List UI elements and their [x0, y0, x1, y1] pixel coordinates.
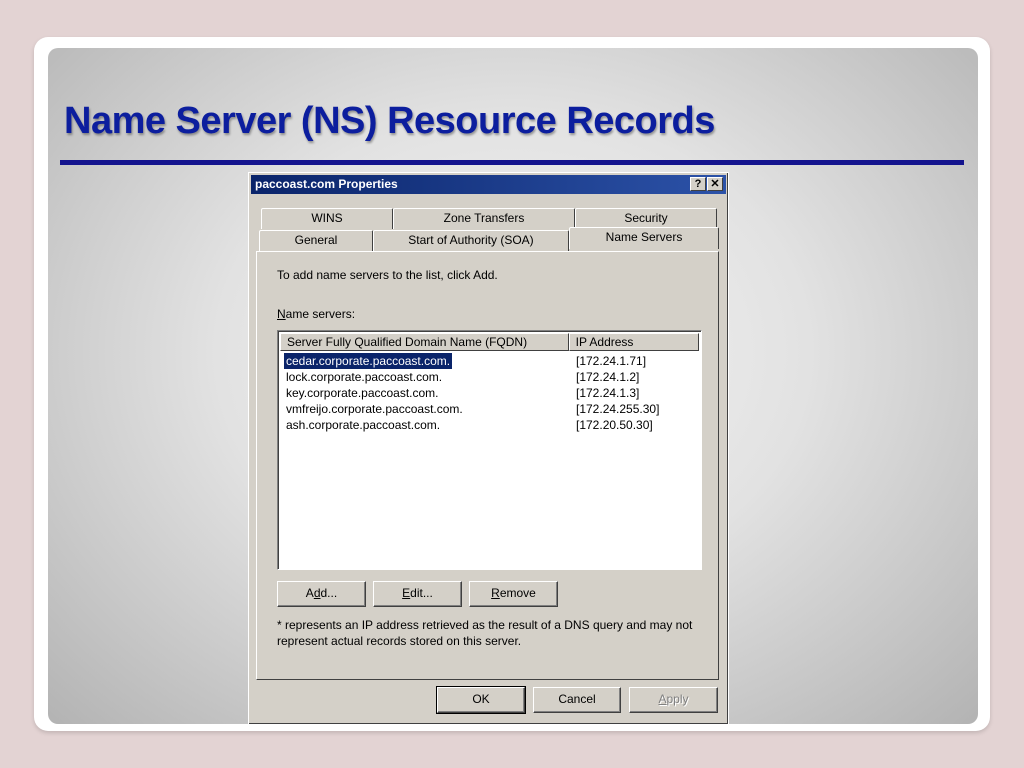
- column-fqdn[interactable]: Server Fully Qualified Domain Name (FQDN…: [280, 333, 569, 351]
- row-ip: [172.24.1.71]: [576, 354, 647, 368]
- dialog-title: paccoast.com Properties: [255, 177, 398, 191]
- footnote-text: * represents an IP address retrieved as …: [277, 618, 693, 648]
- table-row[interactable]: ash.corporate.paccoast.com. [172.20.50.3…: [284, 417, 696, 433]
- ok-button[interactable]: OK: [436, 686, 526, 714]
- row-fqdn: ash.corporate.paccoast.com.: [286, 418, 441, 432]
- table-row[interactable]: lock.corporate.paccoast.com. [172.24.1.2…: [284, 369, 696, 385]
- tab-soa[interactable]: Start of Authority (SOA): [373, 230, 569, 251]
- tab-wins[interactable]: WINS: [261, 208, 393, 229]
- remove-button[interactable]: Remove: [469, 581, 558, 607]
- row-ip: [172.20.50.30]: [576, 418, 653, 432]
- tab-zone-transfers[interactable]: Zone Transfers: [393, 208, 575, 229]
- instruction-text: To add name servers to the list, click A…: [277, 268, 498, 282]
- add-button[interactable]: Add...: [277, 581, 366, 607]
- close-button[interactable]: ✕: [707, 177, 723, 191]
- slide-title: Name Server (NS) Resource Records: [64, 100, 715, 142]
- name-servers-list[interactable]: Server Fully Qualified Domain Name (FQDN…: [277, 330, 702, 570]
- row-ip: [172.24.1.2]: [576, 370, 640, 384]
- edit-button[interactable]: Edit...: [373, 581, 462, 607]
- table-row[interactable]: cedar.corporate.paccoast.com. [172.24.1.…: [282, 352, 696, 370]
- row-fqdn: cedar.corporate.paccoast.com.: [282, 352, 454, 370]
- properties-dialog: paccoast.com Properties ? ✕ WINS Zone Tr…: [248, 172, 729, 725]
- title-divider: [60, 160, 964, 165]
- name-servers-panel: To add name servers to the list, click A…: [256, 251, 719, 680]
- table-row[interactable]: key.corporate.paccoast.com. [172.24.1.3]: [284, 385, 696, 401]
- help-button[interactable]: ?: [690, 177, 706, 191]
- row-ip: [172.24.255.30]: [576, 402, 660, 416]
- row-fqdn: lock.corporate.paccoast.com.: [286, 370, 443, 384]
- tab-security[interactable]: Security: [575, 208, 717, 229]
- row-fqdn: vmfreijo.corporate.paccoast.com.: [286, 402, 463, 416]
- cancel-button[interactable]: Cancel: [533, 687, 621, 713]
- tab-name-servers[interactable]: Name Servers: [569, 227, 719, 249]
- row-fqdn: key.corporate.paccoast.com.: [286, 386, 439, 400]
- row-ip: [172.24.1.3]: [576, 386, 640, 400]
- table-row[interactable]: vmfreijo.corporate.paccoast.com. [172.24…: [284, 401, 696, 417]
- close-icon: ✕: [710, 178, 720, 190]
- column-ip[interactable]: IP Address: [568, 333, 699, 351]
- apply-button[interactable]: Apply: [629, 687, 718, 713]
- dialog-titlebar: paccoast.com Properties ? ✕: [251, 175, 726, 194]
- list-header: Server Fully Qualified Domain Name (FQDN…: [280, 333, 699, 351]
- name-servers-label: Name servers:: [277, 307, 356, 321]
- tab-general[interactable]: General: [259, 230, 373, 251]
